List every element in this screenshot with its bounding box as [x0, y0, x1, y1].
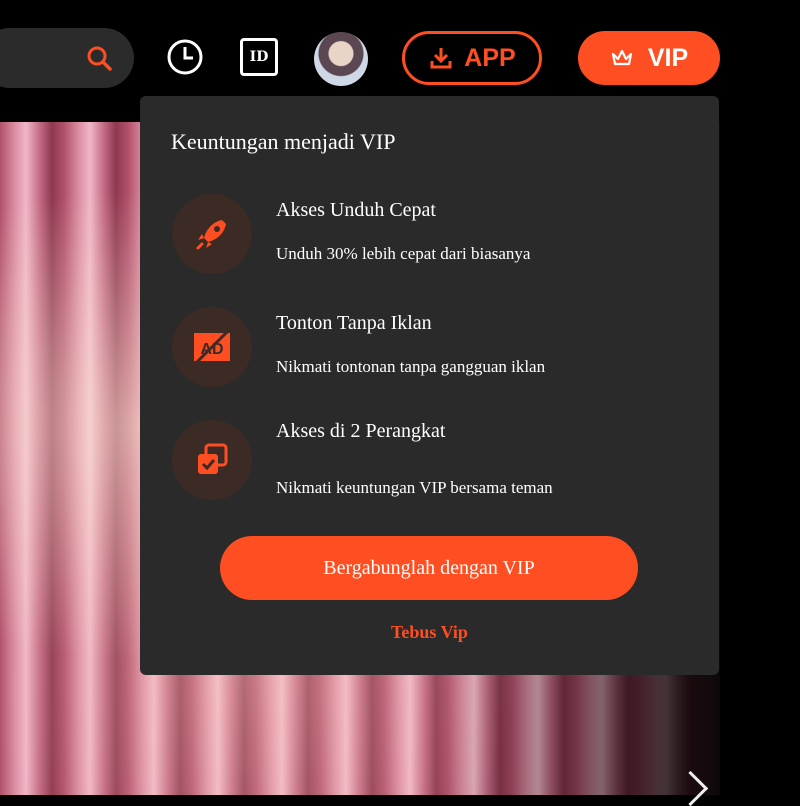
- vip-button[interactable]: VIP: [578, 31, 720, 85]
- redeem-vip-link[interactable]: Tebus Vip: [140, 622, 719, 643]
- avatar[interactable]: [314, 32, 368, 86]
- benefit-title: Akses Unduh Cepat: [276, 199, 436, 221]
- id-icon-label: ID: [249, 49, 269, 65]
- search-input[interactable]: [0, 28, 134, 88]
- id-card-icon[interactable]: ID: [240, 38, 278, 76]
- rocket-icon: [172, 194, 252, 274]
- benefit-description: Unduh 30% lebih cepat dari biasanya: [276, 244, 531, 263]
- vip-benefits-popup: Keuntungan menjadi VIP Akses Unduh Cepat…: [140, 96, 719, 675]
- benefit-title: Akses di 2 Perangkat: [276, 420, 446, 442]
- multi-device-icon: [172, 420, 252, 500]
- benefit-description: Nikmati tontonan tanpa gangguan iklan: [276, 357, 546, 376]
- popup-title: Keuntungan menjadi VIP: [171, 129, 396, 154]
- benefit-title: Tonton Tanpa Iklan: [276, 312, 432, 334]
- clock-icon[interactable]: [166, 38, 204, 76]
- crown-icon: [611, 49, 632, 66]
- join-vip-button[interactable]: Bergabunglah dengan VIP: [220, 536, 638, 600]
- download-icon: [430, 48, 452, 69]
- app-button-label: APP: [464, 43, 516, 72]
- download-app-button[interactable]: APP: [402, 31, 542, 85]
- search-icon[interactable]: [86, 45, 112, 71]
- vip-button-label: VIP: [647, 43, 689, 72]
- no-ads-icon: AD: [172, 307, 252, 387]
- join-vip-label: Bergabunglah dengan VIP: [323, 556, 535, 579]
- benefit-description: Nikmati keuntungan VIP bersama teman: [276, 478, 553, 497]
